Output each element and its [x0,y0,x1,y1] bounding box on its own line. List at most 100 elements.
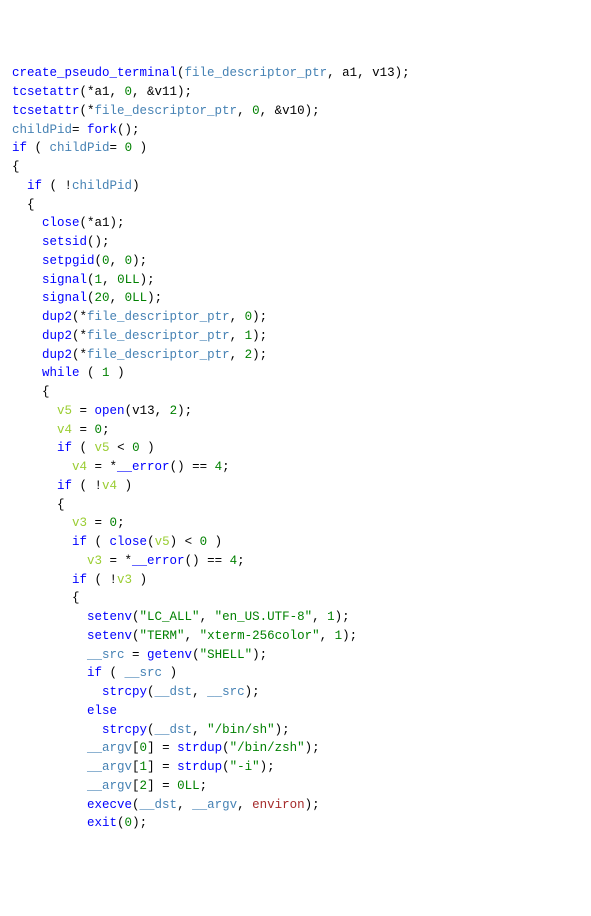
code-token: 0 [140,741,148,755]
code-token: 1 [95,273,103,287]
code-token: tcsetattr [12,85,80,99]
code-token: __argv [192,798,237,812]
code-line: dup2(*file_descriptor_ptr, 0); [12,308,579,327]
code-token: v5 [95,441,110,455]
code-token: "TERM" [140,629,185,643]
code-token: , [230,310,245,324]
code-token: (* [72,348,87,362]
code-token: fork [87,123,117,137]
code-token: ); [260,760,275,774]
code-token: () == [185,554,230,568]
code-token: file_descriptor_ptr [87,329,230,343]
code-token: ); [275,723,290,737]
code-token: ); [132,816,147,830]
code-token: = [110,141,125,155]
code-token: , [192,685,207,699]
code-token: ( [132,798,140,812]
code-line: if ( !v3 ) [12,571,579,590]
code-token: "LC_ALL" [140,610,200,624]
code-token: 0 [110,516,118,530]
code-token: [ [132,760,140,774]
code-token: (); [87,235,110,249]
code-token: ); [252,310,267,324]
code-token: ); [305,798,320,812]
code-token: ] = [147,779,177,793]
code-token: = [72,123,87,137]
code-token: { [12,498,65,512]
code-token [12,479,57,493]
code-token: ; [117,516,125,530]
code-token: v4 [57,423,72,437]
code-token: v5 [57,404,72,418]
code-token [12,704,87,718]
code-token: { [12,198,35,212]
code-token: ( [87,273,95,287]
code-token: ) [110,366,125,380]
code-line: v5 = open(v13, 2); [12,402,579,421]
code-token: ( [177,66,185,80]
code-token [12,629,87,643]
code-token [12,216,42,230]
code-token: signal [42,291,87,305]
code-token [12,610,87,624]
code-token: ); [335,610,350,624]
code-token: (v13, [125,404,170,418]
code-line: __argv[2] = 0LL; [12,777,579,796]
code-line: setsid(); [12,233,579,252]
code-token: 1 [140,760,148,774]
code-token: ); [305,741,320,755]
code-token [12,760,87,774]
code-token: 4 [215,460,223,474]
code-token: ( [80,366,103,380]
code-token: ] = [147,760,177,774]
code-token: "en_US.UTF-8" [215,610,313,624]
code-token: v5 [155,535,170,549]
code-token [12,460,72,474]
code-token: __dst [155,723,193,737]
code-token: setenv [87,629,132,643]
code-token: __argv [87,760,132,774]
code-token [12,779,87,793]
code-token: (); [117,123,140,137]
code-token: setpgid [42,254,95,268]
code-token: = * [102,554,132,568]
code-token: ( [147,723,155,737]
code-line: { [12,383,579,402]
code-token: , [110,254,125,268]
code-token: 1 [245,329,253,343]
code-token: __argv [87,741,132,755]
code-token: "SHELL" [200,648,253,662]
code-token: v3 [72,516,87,530]
code-token: , &v11); [132,85,192,99]
code-token: ( [192,648,200,662]
code-token: __error [117,460,170,474]
code-token: { [12,591,80,605]
code-token: 0 [125,141,133,155]
code-token: [ [132,779,140,793]
code-token: ( [222,741,230,755]
code-token: file_descriptor_ptr [95,104,238,118]
code-token: __dst [155,685,193,699]
code-token: childPid [50,141,110,155]
code-line: if ( !v4 ) [12,477,579,496]
code-token: if [72,573,87,587]
code-token: exit [87,816,117,830]
code-token: file_descriptor_ptr [87,348,230,362]
code-line: v4 = *__error() == 4; [12,458,579,477]
code-token [12,273,42,287]
code-token: 0 [102,254,110,268]
code-token [12,310,42,324]
code-token: (* [72,329,87,343]
code-line: if ( !childPid) [12,177,579,196]
code-token: v3 [87,554,102,568]
code-line: { [12,158,579,177]
code-token: ); [252,348,267,362]
code-line: signal(20, 0LL); [12,289,579,308]
code-token: ( [132,610,140,624]
code-token: dup2 [42,310,72,324]
code-token: , [102,273,117,287]
code-token: signal [42,273,87,287]
code-token [12,348,42,362]
code-token: 0 [95,423,103,437]
code-token [12,648,87,662]
